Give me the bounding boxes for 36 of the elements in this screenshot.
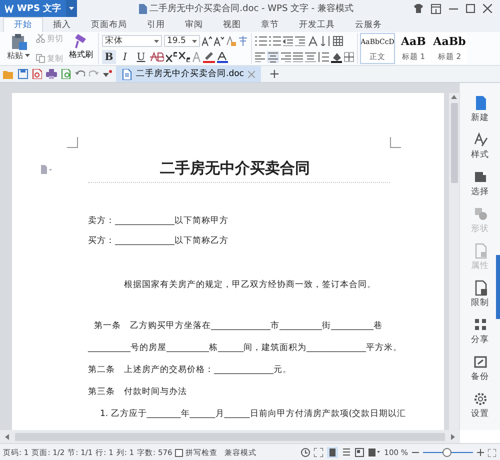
italic-button[interactable]: I <box>118 50 132 64</box>
side-panel-button[interactable]: 限制 <box>471 280 489 309</box>
side-panel-button[interactable]: 选择 <box>471 169 489 198</box>
app-menu-button[interactable]: WPS 文字 <box>0 0 66 17</box>
document-tab[interactable]: 二手房无中介买卖合同.doc <box>116 66 261 82</box>
contract-clause: 第二条 上述房产的交易价格：______________元。 <box>88 364 292 377</box>
document-title: 二手房无中介买卖合同 <box>88 147 390 183</box>
window-title: 二手房无中介买卖合同.doc - WPS 文字 - 兼容模式 <box>150 2 354 15</box>
side-panel-button[interactable]: 样式 <box>471 132 489 161</box>
side-panel-button[interactable]: 分享 <box>471 317 489 346</box>
contract-line: 卖方：______________以下简称甲方 <box>88 215 230 228</box>
ribbon-tab[interactable]: 云服务 <box>345 17 392 32</box>
ribbon-tab[interactable]: 视图 <box>213 17 251 32</box>
side-panel-button[interactable]: 新建 <box>471 95 489 124</box>
underline-button[interactable]: U <box>134 50 148 64</box>
new-tab-button[interactable]: + <box>264 66 284 82</box>
bold-button[interactable]: B <box>102 50 116 64</box>
ribbon-tab[interactable]: 开发工具 <box>289 17 345 32</box>
font-size-field[interactable]: 19.5 <box>164 35 200 47</box>
side-panel-button[interactable]: 备份 <box>471 354 489 383</box>
paste-button[interactable]: 粘贴 <box>5 33 32 64</box>
ribbon-tab[interactable]: 开始 <box>3 17 43 32</box>
contract-item: 1. 乙方应于________年______月______日前向甲方付清房产款项(交款日期以汇 <box>99 408 408 421</box>
ribbon-tab[interactable]: 审阅 <box>175 17 213 32</box>
contract-preamble: 根据国家有关房产的规定，甲乙双方经协商一致，签订本合同。 <box>124 279 377 291</box>
ribbon-tab[interactable]: 章节 <box>251 17 289 32</box>
ribbon-tab[interactable]: 引用 <box>137 17 175 32</box>
format-painter-button[interactable]: 格式刷 <box>67 33 95 64</box>
contract-clause: 第三条 付款时间与办法 <box>88 386 188 399</box>
ribbon-tab[interactable]: 插入 <box>43 17 81 32</box>
contract-line: 买方：______________以下简称乙方 <box>88 235 230 248</box>
side-panel-button[interactable]: 设置 <box>471 391 489 420</box>
font-name-field[interactable]: 宋体 <box>102 35 162 47</box>
ribbon-tab[interactable]: 页面布局 <box>81 17 137 32</box>
contract-clause: __________号的房屋__________栋______间，建筑面积为______________平方米。 <box>88 342 403 355</box>
contract-clause: 第一条 乙方购买甲方坐落在______________市__________街__________巷 <box>93 320 384 333</box>
